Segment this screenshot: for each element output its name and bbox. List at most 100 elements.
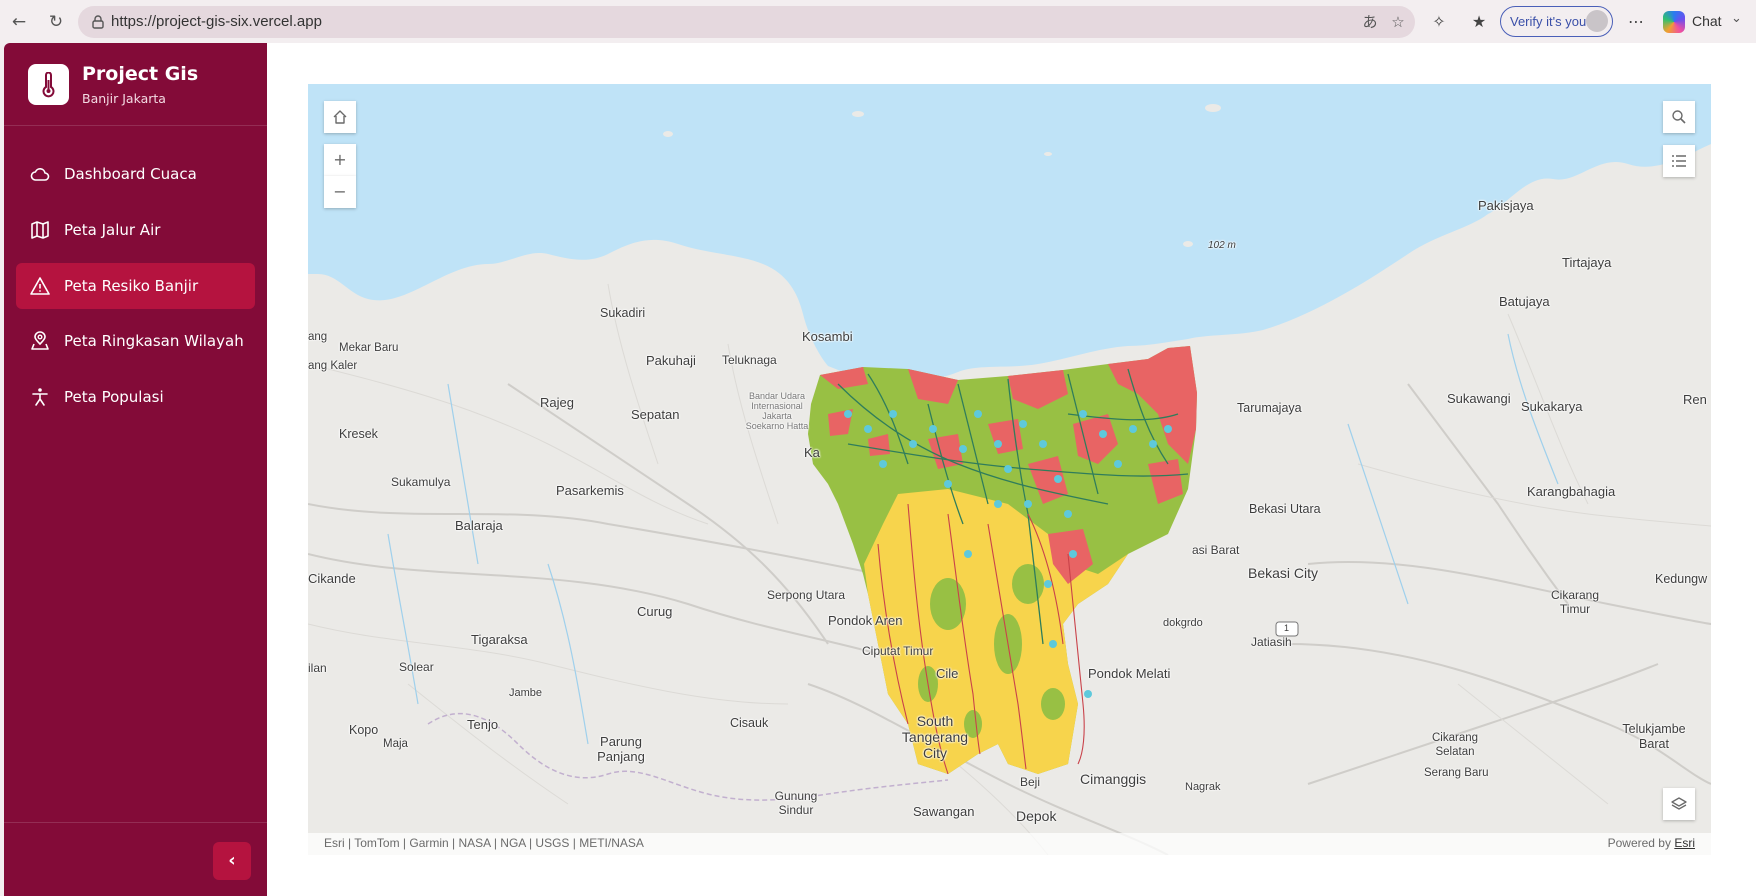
- place-label: Pakuhaji: [646, 353, 696, 368]
- reload-icon[interactable]: ↻: [45, 11, 67, 33]
- place-label: Kedungw: [1655, 572, 1708, 586]
- layers-icon: [1671, 797, 1687, 810]
- place-label: Depok: [1016, 808, 1057, 824]
- place-label: Kosambi: [802, 329, 853, 344]
- place-label: Sukamulya: [391, 475, 451, 489]
- sidebar-item-peta-resiko-banjir[interactable]: Peta Resiko Banjir: [16, 263, 255, 309]
- person-icon: [32, 388, 48, 406]
- chevron-down-icon[interactable]: ⌄: [1731, 11, 1742, 26]
- copilot-icon[interactable]: [1663, 11, 1685, 33]
- cloud-icon: [30, 168, 50, 181]
- place-label: Ren: [1683, 392, 1707, 407]
- place-label: Kopo: [349, 723, 379, 737]
- place-label: Ka: [804, 445, 820, 460]
- place-label: Solear: [399, 660, 434, 674]
- place-label: Sepatan: [631, 407, 680, 422]
- place-label: Tigaraksa: [471, 632, 528, 647]
- place-label: Gunung Sindur: [774, 789, 818, 817]
- place-label: Nagrak: [1185, 781, 1221, 793]
- powered-by-text: Powered by: [1607, 836, 1671, 850]
- place-label: Cikande: [308, 571, 356, 586]
- divider: [4, 822, 267, 823]
- place-label: Bekasi Utara: [1249, 502, 1321, 516]
- map-icon: [31, 221, 49, 239]
- sidebar-item-peta-populasi[interactable]: Peta Populasi: [16, 374, 255, 420]
- place-label: Rajeg: [540, 395, 574, 410]
- place-label: Balaraja: [455, 518, 503, 533]
- verify-profile-button[interactable]: Verify it's you: [1500, 6, 1613, 37]
- attribution-text: Esri | TomTom | Garmin | NASA | NGA | US…: [324, 836, 644, 850]
- sidebar-item-peta-jalur-air[interactable]: Peta Jalur Air: [16, 207, 255, 253]
- home-button[interactable]: [324, 101, 356, 133]
- search-button[interactable]: [1663, 101, 1695, 133]
- place-label: Serang Baru: [1424, 767, 1489, 779]
- sidebar-item-label: Peta Resiko Banjir: [64, 277, 199, 295]
- highway-shield-label: 1: [1284, 623, 1290, 633]
- place-label: Jambe: [509, 687, 543, 699]
- avatar: [1586, 10, 1608, 32]
- place-label: Jatiasih: [1251, 635, 1292, 649]
- place-label: Tenjo: [467, 717, 499, 732]
- place-label: Sukakarya: [1521, 399, 1583, 414]
- chevron-left-icon: ‹: [228, 850, 236, 871]
- airport-label: Bandar Udara Internasional Jakarta Soeka…: [745, 391, 809, 431]
- place-label: Cikarang Selatan: [1431, 732, 1479, 758]
- extensions-icon[interactable]: ✧: [1428, 11, 1450, 33]
- search-icon: [1672, 110, 1686, 124]
- favorite-star-icon[interactable]: ☆: [1388, 12, 1408, 32]
- place-label: Beji: [1020, 775, 1041, 789]
- home-icon: [333, 110, 347, 124]
- place-label: South Tangerang City: [901, 713, 969, 761]
- place-label: dokgrdo: [1163, 617, 1203, 629]
- list-icon: [1672, 155, 1686, 167]
- browser-toolbar: ← ↻ https://project-gis-six.vercel.app あ…: [0, 0, 1756, 44]
- place-label: Pondok Melati: [1088, 666, 1171, 681]
- place-label: Sukawangi: [1447, 391, 1511, 406]
- more-menu-icon[interactable]: ⋯: [1625, 11, 1647, 33]
- place-label: Pasarkemis: [556, 483, 624, 498]
- place-label: Cikarang Timur: [1550, 588, 1600, 616]
- place-label: ang: [308, 331, 328, 343]
- place-label: Cile: [936, 666, 959, 681]
- place-label: Pondok Aren: [828, 613, 903, 628]
- collapse-sidebar-button[interactable]: ‹: [213, 842, 251, 880]
- place-label: ang Kaler: [308, 360, 358, 372]
- url-text[interactable]: https://project-gis-six.vercel.app: [111, 13, 322, 30]
- address-bar[interactable]: https://project-gis-six.vercel.app あ ☆: [78, 6, 1415, 38]
- place-label: Tarumajaya: [1237, 401, 1302, 415]
- zoom-out-button[interactable]: −: [324, 176, 356, 208]
- place-label: Mekar Baru: [339, 342, 399, 354]
- verify-label: Verify it's you: [1510, 14, 1587, 29]
- sidebar-item-label: Peta Jalur Air: [64, 221, 161, 239]
- sidebar: Project Gis Banjir Jakarta Dashboard Cua…: [4, 43, 267, 896]
- place-label: Kresek: [339, 427, 378, 441]
- location-pin-icon: [31, 331, 49, 350]
- app-title: Project Gis: [82, 63, 199, 85]
- sidebar-item-dashboard-cuaca[interactable]: Dashboard Cuaca: [16, 151, 255, 197]
- divider: [4, 125, 267, 126]
- place-label: Curug: [637, 604, 673, 619]
- brand-logo: [28, 64, 69, 105]
- zoom-in-button[interactable]: +: [324, 144, 356, 176]
- powered-by: Powered by Esri: [1608, 836, 1695, 850]
- sidebar-item-label: Peta Ringkasan Wilayah: [64, 332, 244, 350]
- translate-icon[interactable]: あ: [1360, 12, 1380, 32]
- basemap-layers-button[interactable]: [1663, 788, 1695, 820]
- esri-link[interactable]: Esri: [1674, 836, 1695, 850]
- place-label: asi Barat: [1192, 543, 1240, 557]
- chat-label[interactable]: Chat: [1692, 13, 1722, 29]
- place-label: ilan: [308, 661, 327, 675]
- place-label: Parung Panjang: [597, 734, 645, 764]
- app-subtitle: Banjir Jakarta: [82, 91, 166, 106]
- favorites-icon[interactable]: ★: [1468, 11, 1490, 33]
- sidebar-item-peta-ringkasan-wilayah[interactable]: Peta Ringkasan Wilayah: [16, 318, 255, 364]
- back-icon[interactable]: ←: [8, 11, 30, 33]
- sidebar-item-label: Dashboard Cuaca: [64, 165, 197, 183]
- map-view[interactable]: Pakisjaya Tirtajaya Batujaya Sukawangi S…: [308, 84, 1711, 855]
- minus-icon: −: [333, 182, 347, 201]
- place-label: Ciputat Timur: [862, 644, 934, 658]
- place-label: Sawangan: [913, 804, 975, 819]
- legend-list-button[interactable]: [1663, 145, 1695, 177]
- place-label: Batujaya: [1499, 294, 1550, 309]
- lock-icon: [92, 15, 104, 29]
